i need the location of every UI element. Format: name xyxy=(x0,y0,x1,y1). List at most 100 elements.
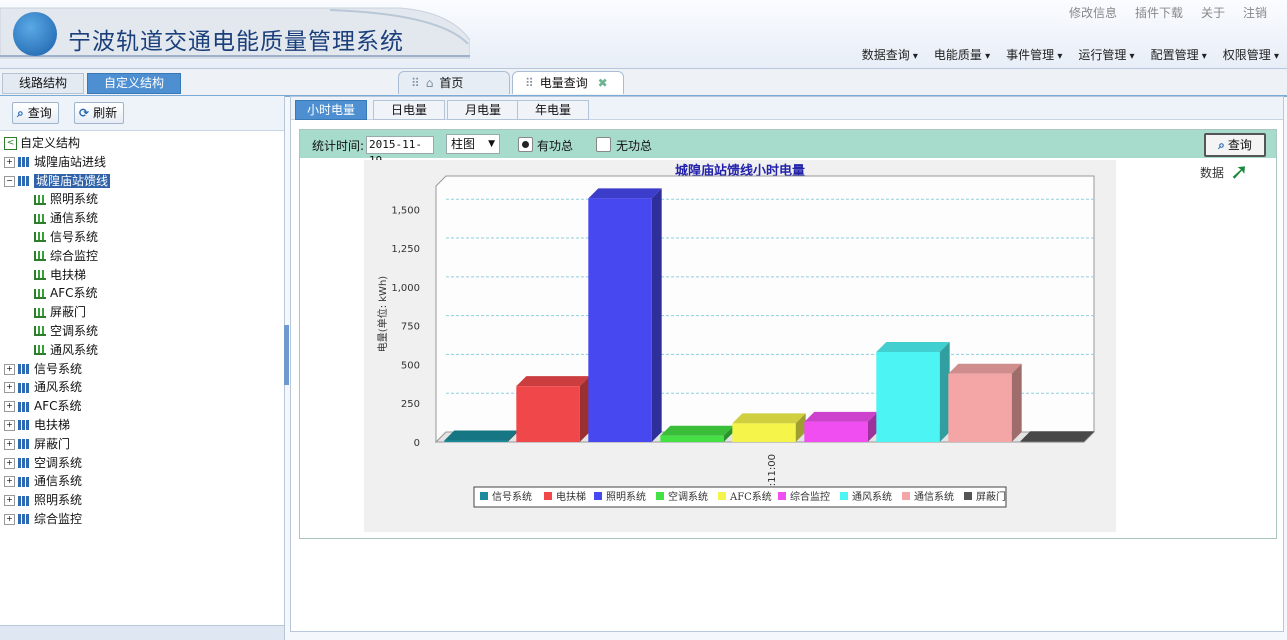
legend-label: 通风系统 xyxy=(852,490,892,503)
bar-top xyxy=(804,411,878,422)
expand-icon[interactable]: + xyxy=(4,401,15,413)
tree-leaf[interactable]: 屏蔽门 xyxy=(4,303,284,322)
top-link-about[interactable]: 关于 xyxy=(1201,4,1225,21)
tree-node[interactable]: + 空调系统 xyxy=(4,454,284,473)
tree-node[interactable]: + AFC系统 xyxy=(4,397,284,416)
tree-leaf[interactable]: 照明系统 xyxy=(4,190,284,209)
bar-chart-icon xyxy=(34,251,46,262)
tab-bar xyxy=(0,69,1287,97)
expand-icon[interactable]: + xyxy=(4,476,15,488)
query-button[interactable]: ⌕ 查询 xyxy=(1204,133,1266,157)
reactive-power-label: 无功总 xyxy=(616,139,653,153)
tree-node[interactable]: + 综合监控 xyxy=(4,510,284,529)
chart-panel: 统计时间: 2015-11-19 柱图▼ 有功总 无功总 ⌕查询 城隍庙站馈线小… xyxy=(299,129,1277,539)
grid-icon xyxy=(18,382,30,393)
tree-leaf[interactable]: 电扶梯 xyxy=(4,266,284,285)
splitter-handle[interactable] xyxy=(284,325,289,385)
chart-type-select[interactable]: 柱图 ▼ xyxy=(446,134,500,154)
expand-icon[interactable]: + xyxy=(4,156,15,168)
tree-node[interactable]: + 信号系统 xyxy=(4,360,284,379)
menu-event-management[interactable]: 事件管理 xyxy=(998,46,1070,63)
sidebar-query-button[interactable]: ⌕ 查询 xyxy=(12,102,59,124)
tab-home[interactable]: ⠿ ⌂ 首页 xyxy=(398,71,510,94)
tree-leaf[interactable]: 信号系统 xyxy=(4,228,284,247)
expand-icon[interactable]: + xyxy=(4,382,15,394)
tree-root[interactable]: < 自定义结构 xyxy=(4,134,284,153)
tab-custom-structure[interactable]: 自定义结构 xyxy=(87,73,181,94)
bar-top xyxy=(516,376,590,387)
bar-chart-icon xyxy=(34,288,46,299)
top-link-edit-info[interactable]: 修改信息 xyxy=(1069,4,1117,21)
tree-leaf[interactable]: AFC系统 xyxy=(4,284,284,303)
tree-node[interactable]: + 通风系统 xyxy=(4,378,284,397)
bar-top xyxy=(1020,431,1094,442)
period-tabs: 小时电量 日电量 月电量 年电量 xyxy=(291,97,1283,120)
sidebar-refresh-button[interactable]: ⟳ 刷新 xyxy=(74,102,125,124)
tab-energy-query[interactable]: ⠿ 电量查询 ✖ xyxy=(512,71,624,94)
tree-node-label: 通信系统 xyxy=(34,474,83,489)
tree-node-label: 信号系统 xyxy=(34,361,83,376)
y-tick-label: 750 xyxy=(401,322,420,333)
top-link-logout[interactable]: 注销 xyxy=(1243,4,1267,21)
menu-operation-management[interactable]: 运行管理 xyxy=(1070,46,1142,63)
grid-icon xyxy=(18,176,30,187)
grid-icon xyxy=(18,420,30,431)
menu-data-query[interactable]: 数据查询 xyxy=(854,46,926,63)
date-input[interactable]: 2015-11-19 xyxy=(366,136,434,167)
legend-label: 综合监控 xyxy=(790,490,830,503)
expand-icon[interactable]: + xyxy=(4,438,15,450)
expand-icon[interactable]: + xyxy=(4,457,15,469)
tree-node[interactable]: + 电扶梯 xyxy=(4,416,284,435)
close-icon[interactable]: ✖ xyxy=(598,76,608,90)
tree-node[interactable]: + 屏蔽门 xyxy=(4,435,284,454)
data-link[interactable]: 数据 xyxy=(1200,164,1224,181)
grid-icon xyxy=(18,401,30,412)
tree-node[interactable]: + 城隍庙站进线 xyxy=(4,153,284,172)
grid-icon xyxy=(18,476,30,487)
tree-leaf[interactable]: 综合监控 xyxy=(4,247,284,266)
bar xyxy=(876,352,940,442)
collapse-icon[interactable]: − xyxy=(4,175,15,187)
bar-side xyxy=(1011,363,1022,442)
tab-hourly[interactable]: 小时电量 xyxy=(295,100,367,120)
legend-swatch xyxy=(718,492,726,500)
menu-power-quality[interactable]: 电能质量 xyxy=(926,46,998,63)
app-title: 宁波轨道交通电能质量管理系统 xyxy=(68,29,404,55)
bar-chart-icon xyxy=(34,307,46,318)
tree-node[interactable]: + 通信系统 xyxy=(4,472,284,491)
tab-monthly[interactable]: 月电量 xyxy=(447,100,519,120)
tree-node[interactable]: − 城隍庙站馈线 xyxy=(4,172,284,191)
tree-leaf[interactable]: 空调系统 xyxy=(4,322,284,341)
grid-icon xyxy=(18,157,30,168)
tab-daily[interactable]: 日电量 xyxy=(373,100,445,120)
expand-icon[interactable]: + xyxy=(4,495,15,507)
tree-node-label: 空调系统 xyxy=(34,455,83,470)
expand-icon[interactable]: + xyxy=(4,363,15,375)
tab-home-label: 首页 xyxy=(439,76,464,90)
bar-top xyxy=(948,363,1022,374)
expand-icon[interactable]: + xyxy=(4,513,15,525)
active-power-radio[interactable] xyxy=(518,137,533,152)
reactive-power-radio[interactable] xyxy=(596,137,611,152)
expand-icon[interactable]: + xyxy=(4,419,15,431)
active-power-label: 有功总 xyxy=(537,139,574,153)
tree-node-label: 综合监控 xyxy=(34,511,83,526)
chevron-down-icon: ▼ xyxy=(488,139,495,149)
tree-leaf[interactable]: 通风系统 xyxy=(4,341,284,360)
arrow-up-icon[interactable]: ➚ xyxy=(1230,160,1248,185)
bar xyxy=(804,421,868,442)
tree-node[interactable]: + 照明系统 xyxy=(4,491,284,510)
energy-bar-chart: 城隍庙站馈线小时电量02505007501,0001,2501,500电量(单位… xyxy=(376,163,1096,509)
share-icon: < xyxy=(4,137,17,150)
grid-icon: ⠿ xyxy=(525,76,534,90)
menu-config-management[interactable]: 配置管理 xyxy=(1143,46,1215,63)
tree-leaf[interactable]: 通信系统 xyxy=(4,209,284,228)
bar-chart-icon xyxy=(34,194,46,205)
bar xyxy=(948,373,1012,442)
menu-permission-management[interactable]: 权限管理 xyxy=(1215,46,1287,63)
tab-line-structure[interactable]: 线路结构 xyxy=(2,73,84,94)
tab-yearly[interactable]: 年电量 xyxy=(517,100,589,120)
tree-node-label: 屏蔽门 xyxy=(34,436,71,451)
legend-label: 屏蔽门 xyxy=(976,490,1006,503)
top-link-plugin-download[interactable]: 插件下载 xyxy=(1135,4,1183,21)
